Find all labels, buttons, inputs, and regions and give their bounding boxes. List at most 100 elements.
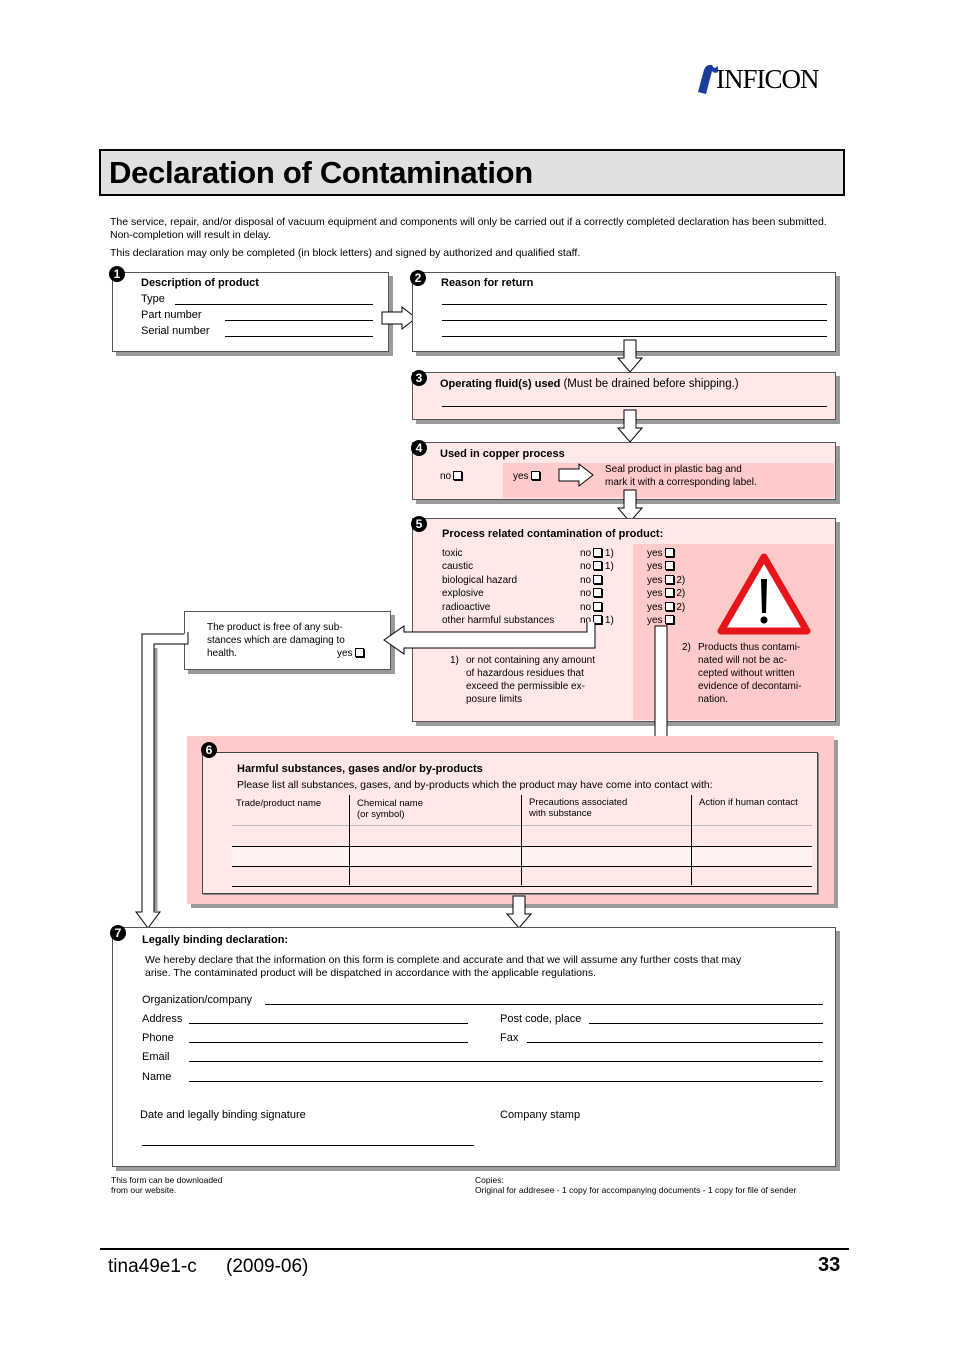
arrow-down-connector-icon <box>135 632 189 929</box>
section-3-note: (Must be drained before shipping.) <box>563 378 739 390</box>
section-number-5: 5 <box>411 516 427 532</box>
contamination-label: radioactive <box>442 601 491 613</box>
column-divider <box>521 795 522 885</box>
contamination-yes-option[interactable]: yes 2) <box>647 587 685 600</box>
contamination-no-option[interactable]: no <box>580 574 603 587</box>
column-divider <box>349 795 350 885</box>
contamination-row: toxic no 1) yes <box>442 547 702 560</box>
field-label-type: Type <box>141 293 165 305</box>
product-free-yes-checkbox[interactable] <box>354 648 364 657</box>
no-checkbox[interactable] <box>593 574 603 584</box>
label-company-stamp: Company stamp <box>500 1109 581 1121</box>
contamination-yes-option[interactable]: yes 2) <box>647 601 685 614</box>
section-6-title: Harmful substances, gases and/or by-prod… <box>237 763 483 775</box>
column-header: Action if human contact <box>699 797 798 808</box>
warning-triangle-icon <box>717 553 811 635</box>
contamination-yes-option[interactable]: yes <box>647 560 674 573</box>
label-signature: Date and legally binding signature <box>140 1109 306 1121</box>
section-1-title: Description of product <box>141 277 259 289</box>
copper-yes-option[interactable]: yes <box>513 470 540 483</box>
reason-input-line-3[interactable] <box>442 336 827 337</box>
field-label-serial-number: Serial number <box>141 325 210 337</box>
intro-paragraph-2: This declaration may only be completed (… <box>110 247 581 259</box>
fax-input[interactable] <box>527 1042 823 1043</box>
section-6-subtitle: Please list all substances, gases, and b… <box>237 779 713 791</box>
label-email: Email <box>142 1051 170 1063</box>
label-postcode: Post code, place <box>500 1013 582 1025</box>
postcode-input[interactable] <box>589 1023 823 1024</box>
arrow-left-connector-icon <box>383 622 596 655</box>
copper-instruction-line-1: Seal product in plastic bag and <box>605 464 742 475</box>
field-label-part-number: Part number <box>141 309 202 321</box>
no-checkbox[interactable] <box>593 601 603 611</box>
no-checkbox[interactable] <box>593 548 603 557</box>
brand-name: INFICON <box>716 64 820 94</box>
contamination-label: toxic <box>442 548 463 559</box>
contamination-row: radioactive no yes 2) <box>442 601 702 614</box>
footer-rule <box>100 1248 849 1250</box>
yes-checkbox[interactable] <box>664 588 674 598</box>
arrow-right-icon <box>558 462 594 488</box>
table-row[interactable] <box>232 866 812 887</box>
yes-checkbox[interactable] <box>664 548 674 557</box>
yes-checkbox[interactable] <box>664 614 674 624</box>
copper-yes-label: yes <box>513 471 529 482</box>
form-footer-copies: Copies: Original for addresee - 1 copy f… <box>475 1175 797 1195</box>
no-checkbox[interactable] <box>593 588 603 598</box>
yes-checkbox[interactable] <box>664 561 674 571</box>
contamination-label: biological hazard <box>442 574 518 586</box>
section-number-6: 6 <box>201 742 217 758</box>
contamination-label: explosive <box>442 588 484 600</box>
contamination-no-option[interactable]: no 1) <box>580 547 614 560</box>
product-free-yes-option[interactable]: yes <box>337 647 364 660</box>
reason-input-line-2[interactable] <box>442 320 827 321</box>
label-phone: Phone <box>142 1032 174 1044</box>
signature-input[interactable] <box>142 1145 474 1146</box>
label-fax: Fax <box>500 1032 519 1044</box>
copper-no-option[interactable]: no <box>440 470 463 483</box>
yes-checkbox[interactable] <box>664 574 674 584</box>
copper-no-checkbox[interactable] <box>453 471 463 480</box>
column-header: Chemical name (or symbol) <box>357 798 423 820</box>
form-footer-download: This form can be downloaded from our web… <box>111 1175 223 1195</box>
contamination-table: toxic no 1) yes caustic no 1) yes biolog… <box>442 547 702 627</box>
table-row[interactable] <box>232 826 812 846</box>
page-title: Declaration of Contamination <box>109 155 533 190</box>
name-input[interactable] <box>189 1081 823 1082</box>
contamination-label: caustic <box>442 561 474 573</box>
contamination-no-option[interactable]: no <box>580 601 603 614</box>
phone-input[interactable] <box>189 1042 468 1043</box>
contamination-yes-option[interactable]: yes <box>647 547 674 560</box>
copper-instruction-line-2: mark it with a corresponding label. <box>605 477 757 488</box>
section-5-title: Process related contamination of product… <box>442 528 664 540</box>
section-3-title-row: Operating fluid(s) used (Must be drained… <box>440 378 739 391</box>
column-header: Trade/product name <box>236 798 322 809</box>
contamination-row: explosive no yes 2) <box>442 587 702 600</box>
organization-input[interactable] <box>265 1004 823 1005</box>
section-number-3: 3 <box>411 370 427 386</box>
section-number-2: 2 <box>410 270 426 286</box>
no-checkbox[interactable] <box>593 561 603 571</box>
yes-checkbox[interactable] <box>664 601 674 611</box>
copper-yes-checkbox[interactable] <box>530 471 540 480</box>
intro-paragraph-1: The service, repair, and/or disposal of … <box>110 216 827 241</box>
operating-fluids-input[interactable] <box>442 406 827 407</box>
section-number-1: 1 <box>109 266 125 282</box>
email-input[interactable] <box>189 1061 823 1062</box>
contamination-yes-option[interactable]: yes 2) <box>647 574 685 587</box>
table-row[interactable] <box>232 846 812 867</box>
section-number-4: 4 <box>411 440 427 456</box>
serial-number-input[interactable] <box>225 336 373 337</box>
section-2-title: Reason for return <box>441 277 534 289</box>
footer-doc-id: tina49e1-c <box>108 1256 197 1277</box>
part-number-input[interactable] <box>225 320 373 321</box>
reason-input-line-1[interactable] <box>442 304 827 305</box>
copper-no-label: no <box>440 471 452 482</box>
address-input[interactable] <box>189 1023 468 1024</box>
arrow-down-icon <box>616 339 644 373</box>
contamination-no-option[interactable]: no <box>580 587 603 600</box>
column-header: Precautions associated with substance <box>529 797 628 819</box>
type-input[interactable] <box>175 304 373 305</box>
contamination-no-option[interactable]: no 1) <box>580 560 614 573</box>
section-7-title: Legally binding declaration: <box>142 934 289 946</box>
